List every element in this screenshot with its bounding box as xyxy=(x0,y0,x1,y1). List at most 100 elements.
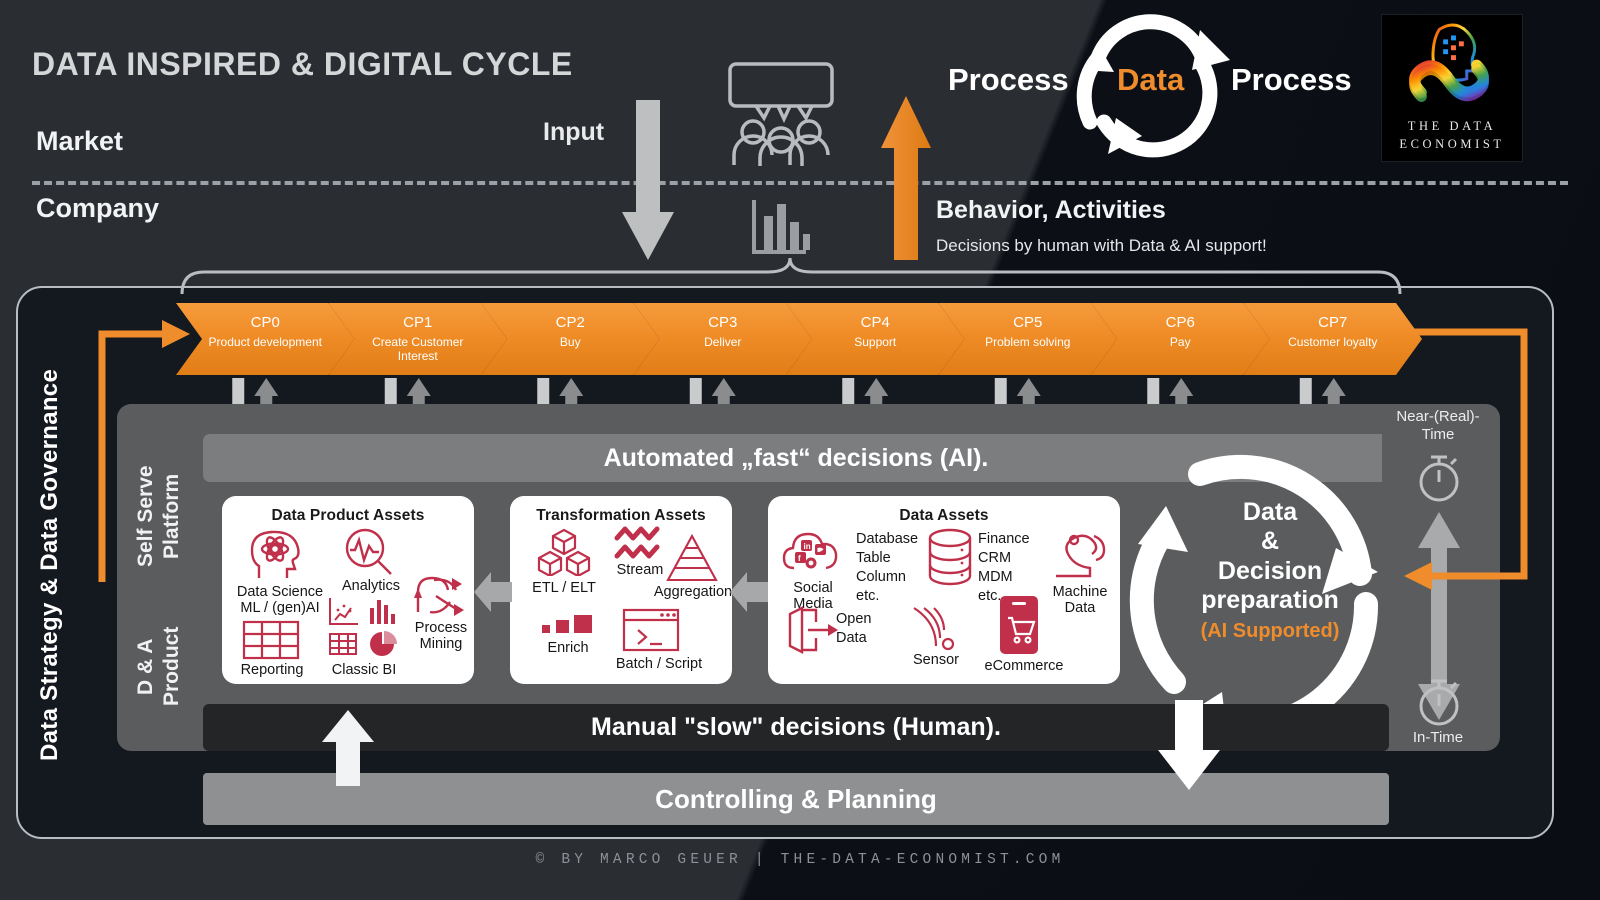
database-cylinder-icon xyxy=(928,528,972,586)
sensor-label: Sensor xyxy=(913,652,959,668)
card-title: Transformation Assets xyxy=(536,507,706,524)
cp-id-label: CP2 xyxy=(555,314,585,331)
cp-step-cp1[interactable]: CP1 Create Customer Interest xyxy=(329,303,508,375)
process-mining-label: Process Mining xyxy=(414,620,468,653)
classic-bi-label: Classic BI xyxy=(331,662,397,678)
up-arrow-icon xyxy=(881,96,931,260)
cp-sub-label: Buy xyxy=(559,334,581,349)
enrich-label: Enrich xyxy=(547,640,589,656)
mobile-cart-icon xyxy=(1000,596,1038,654)
robot-arm-icon xyxy=(1056,534,1106,578)
reporting-label: Reporting xyxy=(240,662,304,678)
cp-step-cp0[interactable]: CP0 Product development xyxy=(176,303,355,375)
aggregation-label: Aggregation xyxy=(653,584,733,600)
terminal-window-icon xyxy=(622,608,680,652)
customer-process-row: CP0 Product development CP1 Create Customer… xyxy=(176,303,1396,375)
cp-id-label: CP5 xyxy=(1013,314,1043,331)
cp-sub-label: Deliver xyxy=(704,334,742,349)
cp-sub-label: Customer loyalty xyxy=(1288,334,1378,349)
sensor-waves-icon xyxy=(913,607,955,651)
diagram-canvas: DATA INSPIRED & DIGITAL CYCLE Market Com… xyxy=(0,0,1600,900)
growing-squares-icon xyxy=(542,615,592,633)
curly-brace xyxy=(180,258,1402,294)
magnifier-pulse-icon xyxy=(345,528,392,575)
down-arrow-icon xyxy=(622,100,674,260)
cp-sub-label: Product development xyxy=(208,334,322,349)
card-title: Data Product Assets xyxy=(271,507,425,524)
open-door-arrow-icon xyxy=(788,606,838,654)
cp-id-label: CP0 xyxy=(250,314,280,331)
cp-sub-label: Support xyxy=(854,334,897,349)
batch-script-label: Batch / Script xyxy=(615,656,703,672)
cp-step-cp4[interactable]: CP4 Support xyxy=(786,303,965,375)
svg-text:f: f xyxy=(798,554,801,563)
cp-step-cp6[interactable]: CP6 Pay xyxy=(1091,303,1270,375)
page-title: DATA INSPIRED & DIGITAL CYCLE xyxy=(32,46,573,82)
copyright-footer: © BY MARCO GEUER | THE-DATA-ECONOMIST.CO… xyxy=(535,852,1065,868)
data-assets-card: Data Assets in f Social Media Database Ta… xyxy=(768,496,1120,684)
process-label-right: Process xyxy=(1231,62,1352,97)
stacked-cubes-icon xyxy=(537,528,591,576)
layered-pyramid-icon xyxy=(666,534,718,582)
cp-id-label: CP1 xyxy=(403,314,433,331)
cloud-social-icon: inf xyxy=(782,532,838,570)
zigzag-waves-icon xyxy=(614,526,660,559)
bar-chart-icon xyxy=(752,200,810,254)
data-label: Data xyxy=(1117,62,1185,97)
in-time-label: In-Time xyxy=(1412,729,1464,746)
card-title: Data Assets xyxy=(899,507,989,524)
cp-id-label: CP7 xyxy=(1318,314,1348,331)
analytics-label: Analytics xyxy=(341,578,401,594)
stream-label: Stream xyxy=(616,562,664,578)
company-label: Company xyxy=(36,193,160,223)
behavior-title: Behavior, Activities xyxy=(936,196,1166,224)
brand-logo[interactable]: THE DATA ECONOMIST xyxy=(1381,14,1523,162)
table-grid-icon xyxy=(242,620,300,660)
cp-step-cp7[interactable]: CP7 Customer loyalty xyxy=(1244,303,1423,375)
cp-sub-label: Create Customer Interest xyxy=(372,334,464,363)
dec-line-4: preparation xyxy=(1201,585,1339,614)
feedback-loop-right xyxy=(1390,328,1528,590)
dec-line-1: Data xyxy=(1242,498,1298,526)
transformation-assets-card: Transformation Assets ETL / ELT Stream A… xyxy=(510,496,732,684)
white-down-arrow-icon xyxy=(1158,700,1220,790)
dec-line-3: Decision xyxy=(1217,556,1323,585)
ai-head-infinity-icon xyxy=(1382,15,1522,117)
logo-line-2: ECONOMIST xyxy=(1399,137,1505,152)
cp-sub-label: Pay xyxy=(1169,334,1191,349)
open-data-label: Open Data xyxy=(836,611,872,646)
white-up-arrow-icon xyxy=(322,710,374,786)
feedback-loop-left xyxy=(98,320,190,582)
speech-bubble-people-icon xyxy=(728,62,834,166)
flow-arrow-left-1 xyxy=(474,572,512,612)
cp-step-cp3[interactable]: CP3 Deliver xyxy=(634,303,813,375)
ai-supported-label: (AI Supported) xyxy=(1200,620,1340,642)
process-label-left: Process xyxy=(948,62,1069,97)
etl-elt-label: ETL / ELT xyxy=(532,580,596,596)
market-label: Market xyxy=(36,126,124,156)
input-label: Input xyxy=(543,118,605,146)
ecommerce-label: eCommerce xyxy=(984,658,1064,674)
charts-scatter-bar-pie-icon xyxy=(329,598,397,656)
cp-sub-label: Problem solving xyxy=(985,334,1071,349)
platform-label-line-1: D & A Product xyxy=(133,626,183,707)
flow-arrow-left-2 xyxy=(730,572,768,612)
behavior-subtitle: Decisions by human with Data & AI suppor… xyxy=(936,236,1267,255)
cp-step-cp2[interactable]: CP2 Buy xyxy=(481,303,660,375)
cp-id-label: CP4 xyxy=(860,314,890,331)
stopwatch-icon xyxy=(1419,679,1459,726)
governance-label: Data Strategy & Data Governance xyxy=(36,368,63,762)
market-company-divider xyxy=(32,181,1568,185)
svg-text:in: in xyxy=(804,542,811,551)
brain-head-atom-icon xyxy=(250,530,300,578)
decision-preparation-text: Data & Decision preparation (AI Supporte… xyxy=(1180,498,1360,644)
database-label: Database Table Column etc. xyxy=(856,531,919,605)
dec-line-2: & xyxy=(1260,527,1280,556)
logo-line-1: THE DATA xyxy=(1407,119,1497,133)
cp-step-cp5[interactable]: CP5 Problem solving xyxy=(939,303,1118,375)
data-product-assets-card: Data Product Assets Data Science ML / (g… xyxy=(222,496,474,684)
machine-data-label: Machine Data xyxy=(1052,584,1108,617)
cp-id-label: CP3 xyxy=(708,314,738,331)
data-science-label: Data Science ML / (gen)AI xyxy=(236,584,324,617)
cp-id-label: CP6 xyxy=(1165,314,1195,331)
